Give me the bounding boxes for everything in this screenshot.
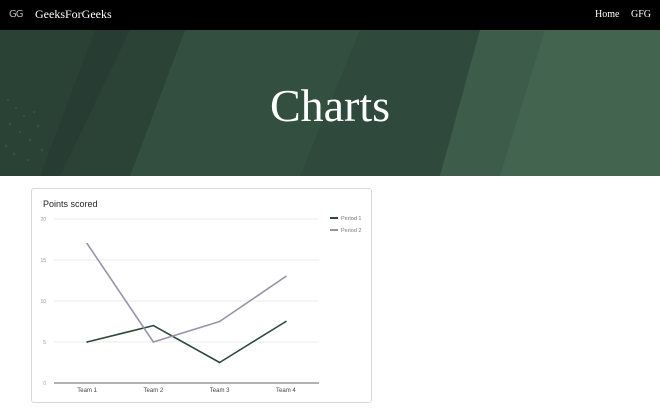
navbar: GG GeeksForGeeks Home GFG xyxy=(0,0,660,30)
y-tick-label: 20 xyxy=(40,217,46,223)
line-chart: 0 5 10 15 20 Team 1 Team 2 Team 3 Team 4 Period 1… xyxy=(40,216,362,394)
data-point xyxy=(86,341,89,343)
data-point xyxy=(86,242,89,245)
data-point xyxy=(218,361,221,364)
x-tick-label: Team 4 xyxy=(276,388,296,394)
legend-label: Period 2 xyxy=(341,228,362,234)
hero-banner: Charts xyxy=(0,30,660,176)
data-point xyxy=(284,275,287,278)
chart-card: Points scored 0 5 10 15 20 Team 1 Team 2 Team 3… xyxy=(31,188,372,403)
nav-home-link[interactable]: Home xyxy=(595,9,619,20)
series-line-2 xyxy=(86,243,287,343)
y-tick-label: 0 xyxy=(43,381,46,387)
y-tick-label: 5 xyxy=(43,340,46,346)
data-point xyxy=(152,341,155,343)
x-tick-label: Team 1 xyxy=(77,388,97,394)
gfg-logo-icon[interactable]: GG xyxy=(9,9,25,21)
data-point xyxy=(152,324,155,327)
y-tick-label: 15 xyxy=(40,258,46,264)
nav-gfg-link[interactable]: GFG xyxy=(631,9,651,20)
y-tick-label: 10 xyxy=(40,299,46,305)
hero-title: Charts xyxy=(269,80,391,131)
brand-link[interactable]: GeeksForGeeks xyxy=(35,7,112,22)
legend-label: Period 1 xyxy=(341,216,362,222)
x-tick-label: Team 2 xyxy=(144,388,164,394)
data-point xyxy=(284,320,287,323)
x-tick-label: Team 3 xyxy=(210,388,230,394)
data-point xyxy=(218,320,221,323)
